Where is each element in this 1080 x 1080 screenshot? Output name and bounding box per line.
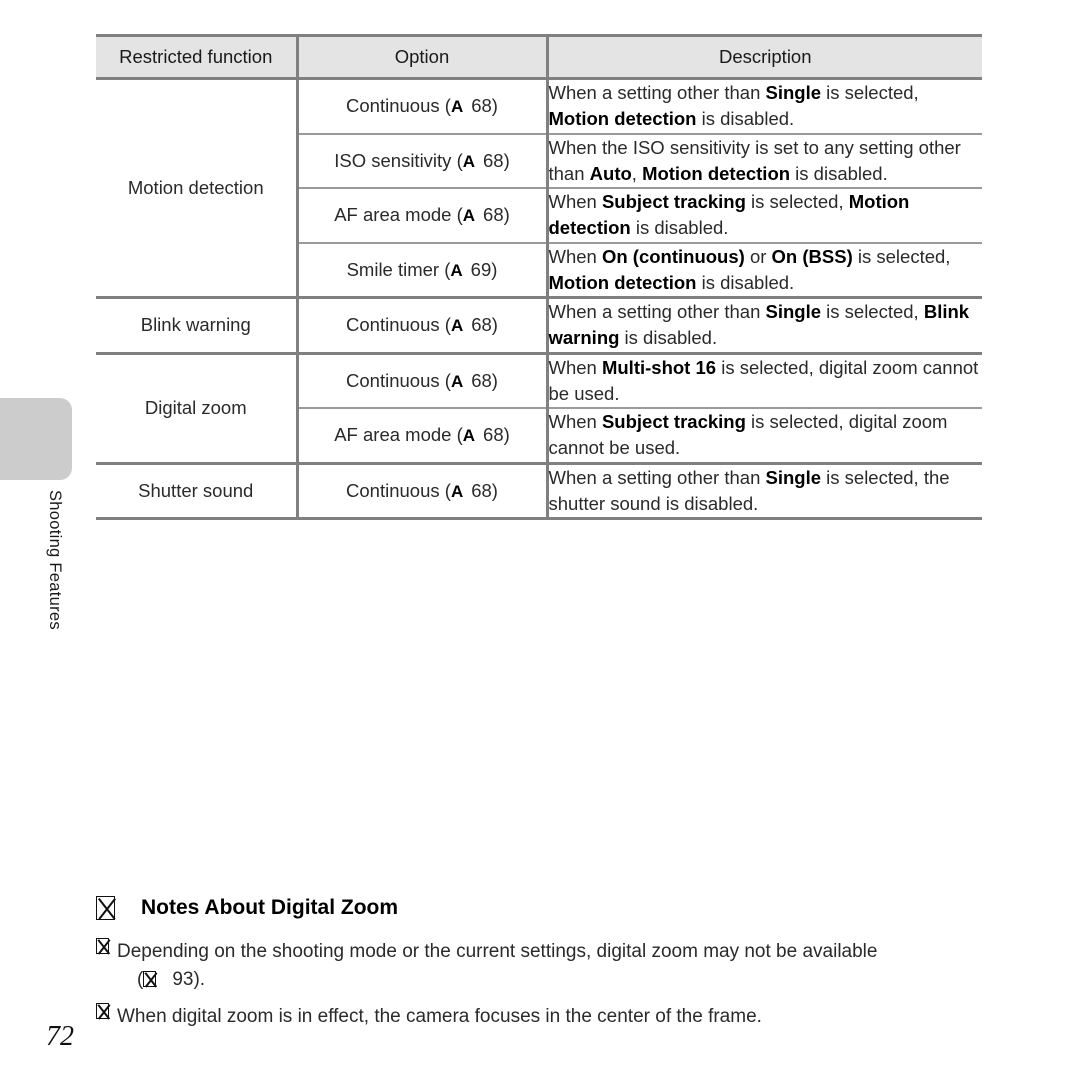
- cell-description: When a setting other than Single is sele…: [547, 461, 982, 521]
- cell-option: AF area mode (A 68): [297, 407, 549, 464]
- notes-list: Depending on the shooting mode or the cu…: [96, 938, 996, 1031]
- missing-glyph-box-icon: [143, 970, 157, 987]
- missing-glyph-box-icon: [96, 896, 115, 920]
- cell-restricted-function: Shutter sound: [96, 461, 299, 521]
- manual-reference-icon: A: [462, 426, 476, 446]
- section-label: Shooting Features: [46, 490, 64, 630]
- manual-reference-icon: A: [450, 260, 463, 280]
- missing-glyph-box-icon: [96, 1003, 109, 1020]
- cell-option: Continuous (A 68): [297, 461, 549, 521]
- cell-description: When On (continuous) or On (BSS) is sele…: [547, 241, 982, 298]
- cell-description: When Multi-shot 16 is selected, digital …: [547, 351, 982, 409]
- cell-description: When Subject tracking is selected, Motio…: [547, 187, 982, 243]
- table-header-row: Restricted function Option Description: [96, 34, 982, 80]
- table-body: Motion detection Continuous (A 68) When a s…: [96, 76, 982, 521]
- cell-option: Continuous (A 68): [297, 296, 549, 354]
- table-header: Restricted function Option Description: [96, 34, 982, 80]
- manual-reference-icon: A: [450, 316, 464, 336]
- note-item: Depending on the shooting mode or the cu…: [96, 938, 996, 993]
- notes-heading-text: Notes About Digital Zoom: [141, 896, 399, 919]
- note-text: Depending on the shooting mode or the cu…: [117, 938, 996, 993]
- cell-description: When a setting other than Single is sele…: [547, 76, 982, 134]
- manual-reference-icon: A: [462, 206, 476, 226]
- table-row: Digital zoom Continuous (A 68) When Multi-s…: [96, 351, 982, 464]
- manual-reference-icon: A: [450, 481, 464, 501]
- cell-restricted-function: Digital zoom: [96, 351, 299, 464]
- page-number: 72: [46, 1021, 74, 1052]
- column-header-restricted-function: Restricted function: [96, 34, 299, 80]
- note-page-reference: (93).: [137, 968, 206, 990]
- cell-restricted-function: Motion detection: [96, 76, 299, 298]
- manual-reference-icon: A: [450, 97, 464, 117]
- column-header-option: Option: [297, 34, 549, 80]
- note-item: When digital zoom is in effect, the came…: [96, 1003, 996, 1031]
- table-row: Motion detection Continuous (A 68) When a s…: [96, 76, 982, 298]
- manual-reference-icon: A: [450, 371, 464, 391]
- missing-glyph-box-icon: [96, 938, 109, 954]
- cell-option: AF area mode (A 68): [297, 187, 549, 243]
- cell-option: Smile timer (A 69): [297, 241, 549, 298]
- note-text: When digital zoom is in effect, the came…: [117, 1006, 762, 1028]
- cell-option: Continuous (A 68): [297, 351, 549, 409]
- table-row: Shutter sound Continuous (A 68) When a sett…: [96, 461, 982, 521]
- cell-description: When a setting other than Single is sele…: [547, 296, 982, 354]
- notes-section: Notes About Digital Zoom Depending on th…: [96, 896, 996, 1041]
- notes-heading: Notes About Digital Zoom: [96, 896, 996, 920]
- column-header-description: Description: [547, 34, 982, 80]
- section-tab-marker: [0, 398, 72, 480]
- cell-option: Continuous (A 68): [297, 76, 549, 134]
- cell-option: ISO sensitivity (A 68): [297, 132, 549, 189]
- restricted-functions-table: Restricted function Option Description M…: [96, 34, 982, 521]
- table-row: Blink warning Continuous (A 68) When a sett…: [96, 296, 982, 354]
- cell-description: When the ISO sensitivity is set to any s…: [547, 132, 982, 189]
- cell-restricted-function: Blink warning: [96, 296, 299, 354]
- manual-reference-icon: A: [462, 151, 476, 171]
- cell-description: When Subject tracking is selected, digit…: [547, 407, 982, 464]
